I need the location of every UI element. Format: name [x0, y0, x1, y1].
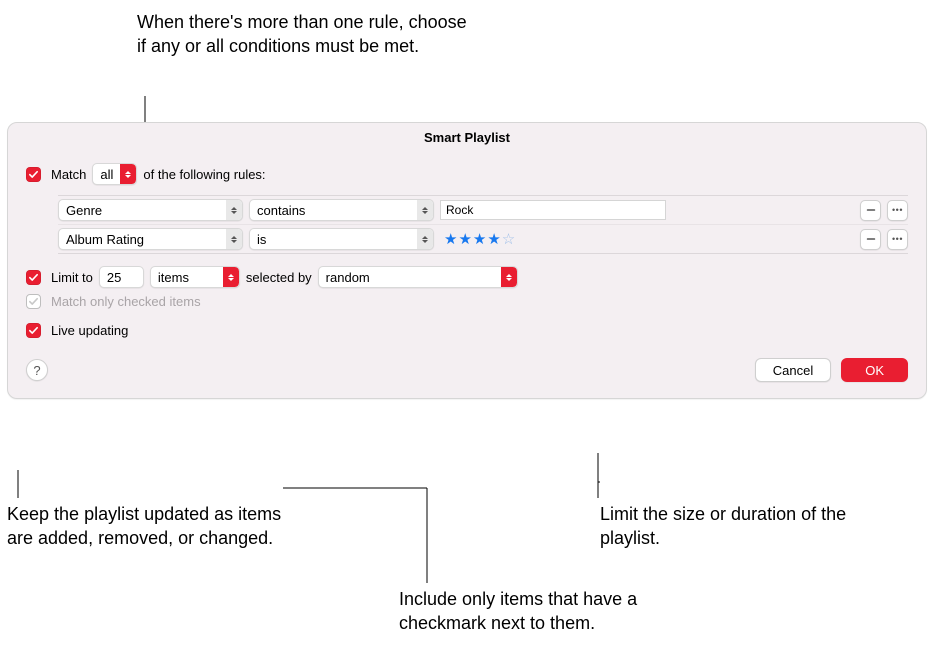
- live-updating-checkbox[interactable]: [26, 323, 41, 338]
- updown-icon: [120, 164, 136, 184]
- limit-checkbox[interactable]: [26, 270, 41, 285]
- dialog-title: Smart Playlist: [8, 123, 926, 149]
- updown-icon: [417, 229, 433, 249]
- limit-count-input[interactable]: 25: [99, 266, 144, 288]
- help-button[interactable]: ?: [26, 359, 48, 381]
- rule-field-popup[interactable]: Album Rating: [58, 228, 243, 250]
- remove-rule-button[interactable]: [860, 200, 881, 221]
- limit-unit-popup[interactable]: items: [150, 266, 240, 288]
- limit-method-popup[interactable]: random: [318, 266, 518, 288]
- rule-value-input[interactable]: Rock: [440, 200, 666, 220]
- match-checked-checkbox: [26, 294, 41, 309]
- limit-prefix: Limit to: [51, 270, 93, 285]
- cancel-button[interactable]: Cancel: [755, 358, 831, 382]
- updown-icon: [226, 229, 242, 249]
- rule-more-button[interactable]: [887, 200, 908, 221]
- updown-icon: [417, 200, 433, 220]
- match-prefix: Match: [51, 167, 86, 182]
- live-updating-label: Live updating: [51, 323, 128, 338]
- smart-playlist-dialog: Smart Playlist Match all of the followin…: [7, 122, 927, 399]
- match-checked-row: Match only checked items: [26, 294, 908, 309]
- match-checked-label: Match only checked items: [51, 294, 201, 309]
- rule-more-button[interactable]: [887, 229, 908, 250]
- live-updating-row: Live updating: [26, 323, 908, 338]
- rule-value-stars[interactable]: ★★★★☆: [440, 230, 666, 248]
- dialog-footer: ? Cancel OK: [26, 358, 908, 382]
- match-mode-popup[interactable]: all: [92, 163, 137, 185]
- ok-button[interactable]: OK: [841, 358, 908, 382]
- rule-row: Album Rating is ★★★★☆: [58, 224, 908, 253]
- remove-rule-button[interactable]: [860, 229, 881, 250]
- limit-mid: selected by: [246, 270, 312, 285]
- match-suffix: of the following rules:: [143, 167, 265, 182]
- rule-op-popup[interactable]: contains: [249, 199, 434, 221]
- rule-op-popup[interactable]: is: [249, 228, 434, 250]
- updown-icon: [223, 267, 239, 287]
- match-checkbox[interactable]: [26, 167, 41, 182]
- rule-field-popup[interactable]: Genre: [58, 199, 243, 221]
- rules-list: Genre contains Rock Album Rating i: [58, 195, 908, 254]
- limit-row: Limit to 25 items selected by random: [26, 266, 908, 288]
- updown-icon: [501, 267, 517, 287]
- match-row: Match all of the following rules:: [26, 163, 908, 185]
- updown-icon: [226, 200, 242, 220]
- rule-row: Genre contains Rock: [58, 196, 908, 224]
